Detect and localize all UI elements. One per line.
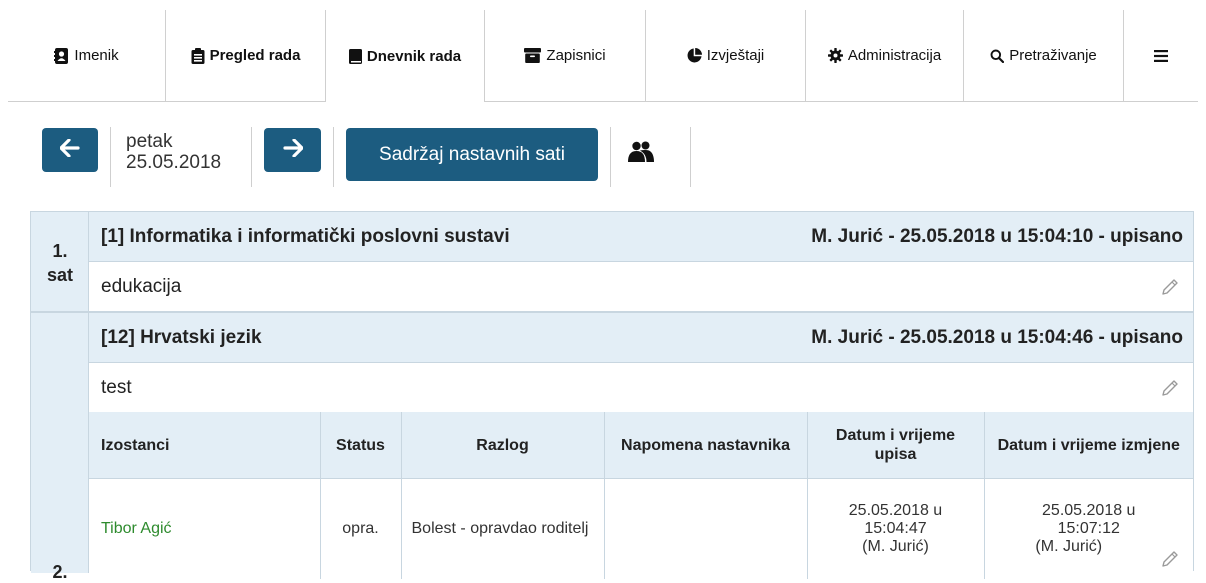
absence-note bbox=[604, 478, 808, 579]
entered-time: 15:04:47 bbox=[864, 520, 927, 537]
table-row: Tibor Agić opra. Bolest - opravdao rodit… bbox=[89, 478, 1193, 580]
entered-by: (M. Jurić) bbox=[862, 538, 929, 555]
lesson-content-text: test bbox=[101, 376, 132, 398]
absence-student-cell: Tibor Agić bbox=[89, 478, 321, 579]
lesson-content-button[interactable]: Sadržaj nastavnih sati bbox=[346, 128, 598, 181]
tab-label: Imenik bbox=[74, 47, 119, 64]
entered-date: 25.05.2018 u bbox=[848, 502, 943, 519]
tab-dnevnik-rada[interactable]: Dnevnik rada bbox=[325, 10, 485, 102]
book-icon bbox=[348, 48, 362, 64]
lesson-unit: sat bbox=[46, 265, 73, 285]
lesson-number-cell: 2. bbox=[31, 313, 89, 582]
lesson-entry-info: M. Jurić - 25.05.2018 u 15:04:46 - upisa… bbox=[811, 326, 1183, 348]
absence-changed-cell: 25.05.2018 u 15:07:12 (M. Jurić) bbox=[984, 479, 1193, 580]
address-book-icon bbox=[54, 47, 69, 64]
absence-entered-cell: 25.05.2018 u 15:04:47 (M. Jurić) bbox=[807, 478, 985, 579]
lesson-subject: [12] Hrvatski jezik bbox=[101, 326, 262, 348]
absences-header-row: Izostanci Status Razlog Napomena nastavn… bbox=[89, 412, 1193, 479]
toolbar-divider bbox=[333, 127, 334, 187]
student-name-link[interactable]: Tibor Agić bbox=[101, 520, 172, 537]
col-header-datum-izmjene: Datum i vrijeme izmjene bbox=[984, 412, 1193, 479]
col-header-datum-upisa: Datum i vrijeme upisa bbox=[807, 412, 985, 479]
col-header-status: Status bbox=[320, 412, 402, 479]
lesson-entry-info: M. Jurić - 25.05.2018 u 15:04:10 - upisa… bbox=[811, 225, 1183, 247]
lessons-table: 1. sat [1] Informatika i informatički po… bbox=[30, 211, 1194, 582]
lesson-content-row: edukacija bbox=[89, 262, 1193, 312]
toolbar-divider bbox=[110, 127, 111, 187]
gear-icon bbox=[827, 48, 843, 63]
lesson-header: [1] Informatika i informatički poslovni … bbox=[89, 212, 1193, 262]
users-button[interactable] bbox=[628, 141, 654, 168]
lesson-number: 2. bbox=[52, 562, 68, 582]
arrow-right-icon bbox=[282, 137, 304, 162]
col-header-izostanci: Izostanci bbox=[89, 412, 321, 479]
changed-by: (M. Jurić) bbox=[1035, 538, 1103, 555]
date-value: 25.05.2018 bbox=[126, 152, 222, 173]
lesson-content-row: test bbox=[89, 363, 1193, 413]
toolbar-divider bbox=[690, 127, 691, 187]
lesson-number-cell: 1. sat bbox=[31, 212, 89, 312]
tab-label: Zapisnici bbox=[546, 47, 606, 64]
search-icon bbox=[990, 49, 1005, 63]
edit-pencil-icon[interactable] bbox=[1161, 278, 1179, 296]
tab-pretrazivanje[interactable]: Pretraživanje bbox=[963, 10, 1123, 101]
menu-toggle-button[interactable] bbox=[1123, 10, 1198, 101]
tab-label: Dnevnik rada bbox=[366, 47, 462, 65]
tab-pregled-rada[interactable]: Pregled rada bbox=[165, 10, 325, 101]
pie-chart-icon bbox=[687, 48, 702, 63]
toolbar-divider bbox=[251, 127, 252, 187]
tab-label: Izvještaji bbox=[706, 47, 765, 64]
archive-icon bbox=[524, 48, 542, 63]
toolbar-divider bbox=[610, 127, 611, 187]
tab-label: Pregled rada bbox=[209, 47, 301, 64]
changed-time: 15:07:12 bbox=[1057, 520, 1120, 537]
arrow-left-icon bbox=[59, 137, 80, 162]
col-header-napomena: Napomena nastavnika bbox=[604, 412, 808, 479]
lesson-content-text: edukacija bbox=[101, 275, 182, 297]
absences-table: Izostanci Status Razlog Napomena nastavn… bbox=[89, 412, 1193, 579]
next-day-button[interactable] bbox=[264, 128, 321, 172]
edit-pencil-icon[interactable] bbox=[1161, 379, 1179, 397]
changed-date: 25.05.2018 u bbox=[1042, 502, 1136, 519]
tab-label: Pretraživanje bbox=[1009, 47, 1097, 64]
day-name: petak bbox=[126, 131, 173, 152]
tab-zapisnici[interactable]: Zapisnici bbox=[485, 10, 645, 101]
nav-baseline bbox=[8, 101, 1198, 102]
tab-label: Administracija bbox=[847, 47, 942, 64]
tab-izvjestaji[interactable]: Izvještaji bbox=[645, 10, 805, 101]
lesson-content-label: Sadržaj nastavnih sati bbox=[379, 143, 565, 165]
absence-status: opra. bbox=[320, 478, 402, 579]
main-nav: Imenik Pregled rada Dnevnik rada Zapisni… bbox=[8, 10, 1198, 102]
tab-imenik[interactable]: Imenik bbox=[8, 10, 165, 101]
clipboard-list-icon bbox=[191, 47, 205, 64]
current-date: petak 25.05.2018 bbox=[126, 131, 221, 173]
lesson-header: [12] Hrvatski jezik M. Jurić - 25.05.201… bbox=[89, 313, 1193, 363]
lesson-subject: [1] Informatika i informatički poslovni … bbox=[101, 225, 510, 247]
hamburger-menu-icon bbox=[1154, 49, 1168, 62]
absence-reason: Bolest - opravdao roditelj bbox=[401, 478, 605, 579]
prev-day-button[interactable] bbox=[42, 128, 98, 172]
users-icon bbox=[628, 141, 654, 167]
tab-administracija[interactable]: Administracija bbox=[805, 10, 963, 101]
col-header-razlog: Razlog bbox=[401, 412, 605, 479]
lesson-number: 1. bbox=[52, 241, 68, 261]
